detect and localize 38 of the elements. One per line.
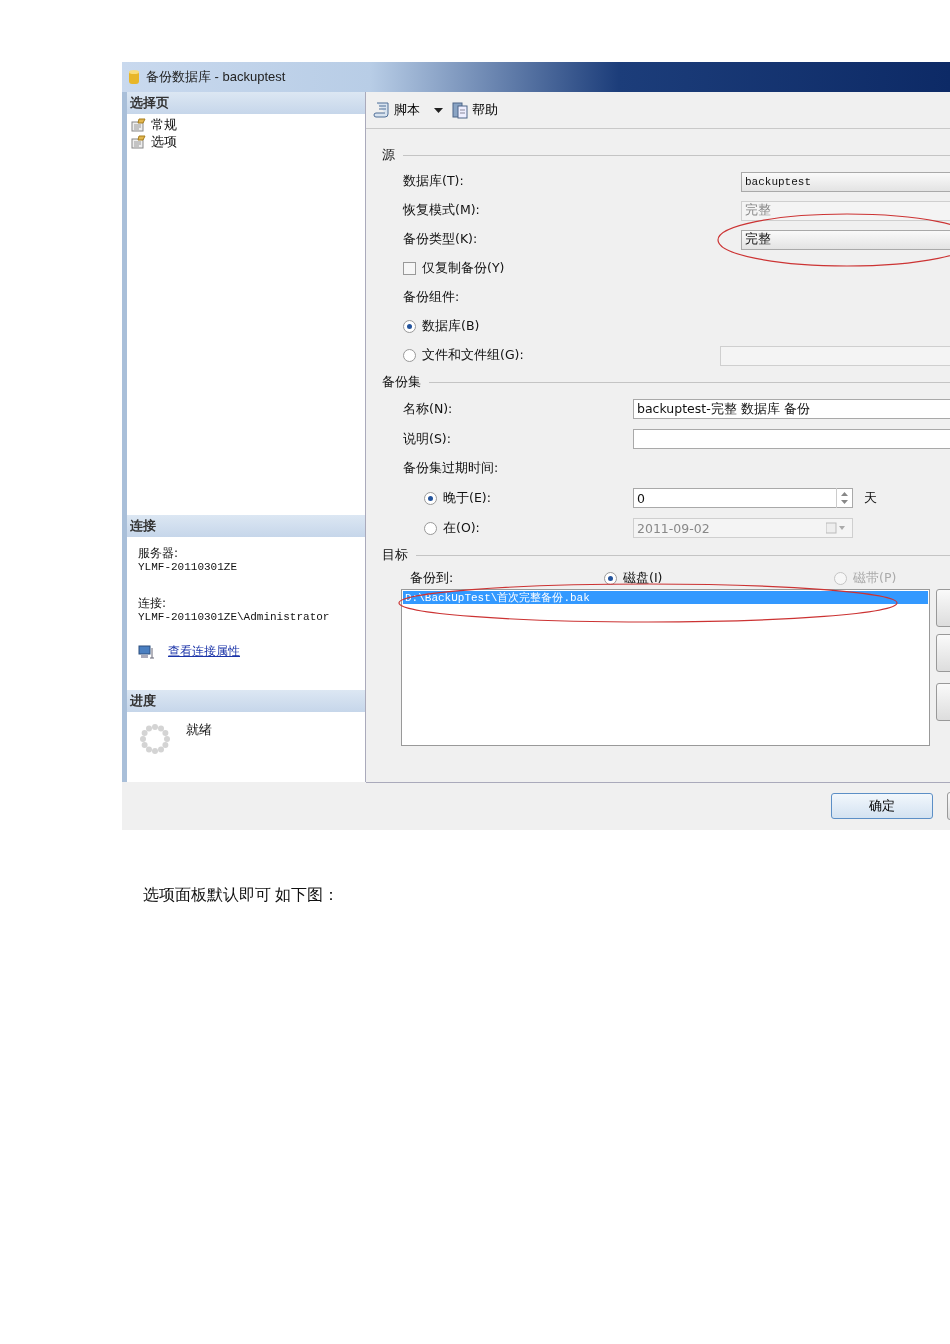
section-header: 进度	[127, 690, 365, 712]
field-label: 说明(S):	[403, 430, 452, 448]
page-item[interactable]: 选项	[151, 132, 177, 151]
status-text: 就绪	[186, 722, 212, 739]
group-title: 目标	[382, 546, 408, 564]
field-label: 恢复模式(M):	[403, 202, 481, 219]
window-title: 备份数据库 - backuptest	[146, 68, 286, 86]
text-field[interactable]: backuptest-完整 数据库 备份	[633, 399, 950, 419]
component-radio[interactable]: 数据库(B)	[403, 318, 720, 335]
number-field[interactable]: 0	[633, 488, 853, 508]
help-button[interactable]: 帮助	[451, 101, 498, 119]
group-title: 源	[382, 146, 395, 164]
dropdown-field[interactable]: 完整	[741, 229, 950, 250]
script-button[interactable]: 脚本	[373, 101, 420, 119]
field-label: 备份到:	[410, 569, 455, 587]
page-item[interactable]: 常规	[151, 115, 177, 134]
expiry-radio[interactable]: 在(O):	[424, 519, 633, 537]
field-label: 数据库(T):	[403, 173, 465, 190]
dropdown-field[interactable]: backuptest	[741, 171, 950, 192]
caption-text: 选项面板默认即可 如下图：	[143, 885, 341, 905]
connection-label: 连接:	[138, 597, 168, 609]
ok-button[interactable]: 确定	[831, 793, 933, 819]
field-label: 备份组件:	[403, 289, 460, 306]
copy-only-checkbox[interactable]: 仅复制备份(Y)	[403, 260, 505, 277]
field-label: 备份类型(K):	[403, 231, 479, 248]
section-header: 选择页	[127, 92, 365, 114]
expiry-radio[interactable]: 晚于(E):	[424, 489, 633, 507]
media-radio[interactable]: 磁盘(I)	[604, 569, 834, 587]
server-name: YLMF-20110301ZE	[138, 561, 239, 573]
connection-properties-link[interactable]: 查看连接属性	[168, 643, 240, 660]
connection-name: YLMF-20110301ZE\Administrator	[138, 611, 331, 623]
component-radio[interactable]: 文件和文件组(G):	[403, 347, 720, 364]
field-label: 备份集过期时间:	[403, 460, 499, 477]
server-label: 服务器:	[138, 547, 180, 559]
unit-label: 天	[864, 489, 877, 507]
section-header: 连接	[127, 515, 365, 537]
group-title: 备份集	[382, 373, 421, 391]
field-label: 名称(N):	[403, 400, 454, 418]
